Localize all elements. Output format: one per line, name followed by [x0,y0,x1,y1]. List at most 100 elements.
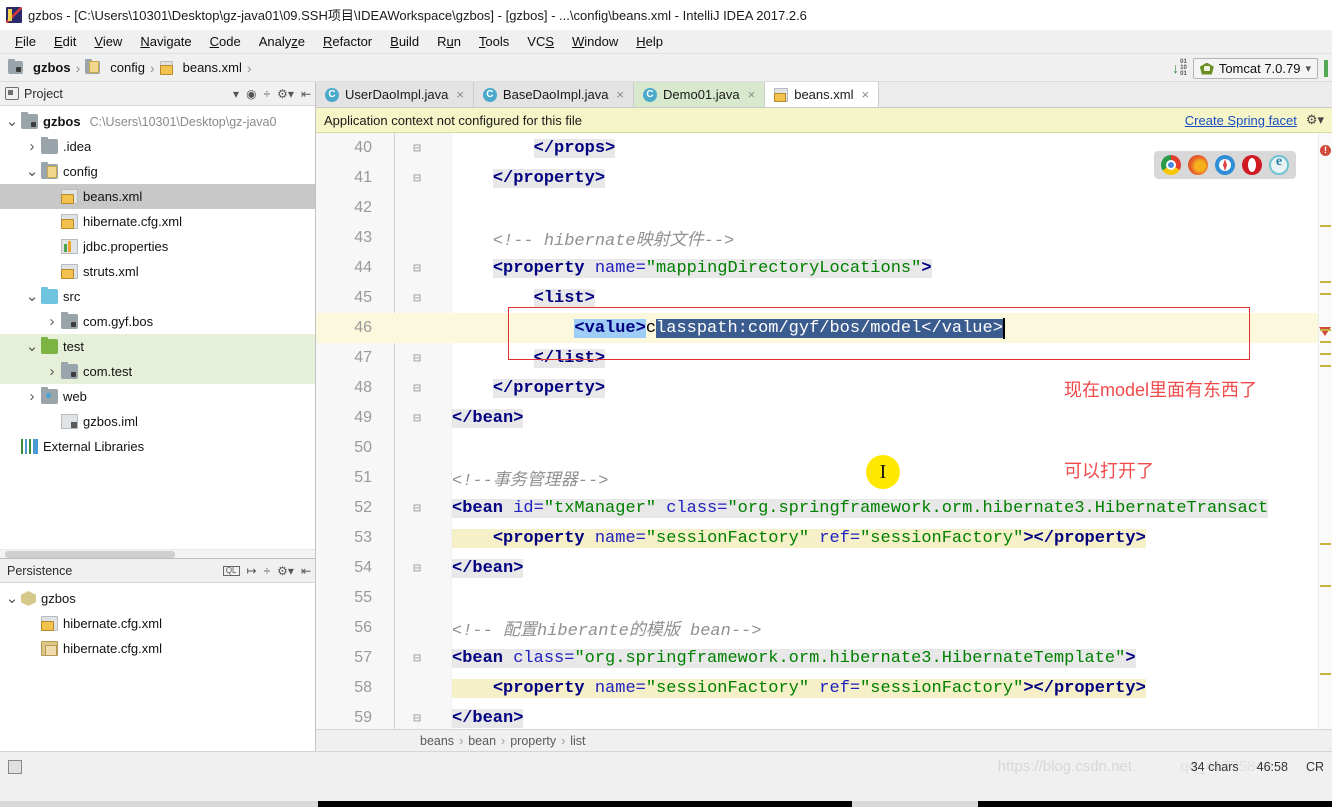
menu-item-tools[interactable]: Tools [470,32,518,51]
settings-gear-icon[interactable]: ⚙▾ [1306,112,1324,128]
code-fold-toggle[interactable]: ⊟ [408,561,426,576]
settings-gear-icon[interactable]: ⚙▾ [277,565,294,577]
project-tree-hscrollbar[interactable] [0,549,315,558]
close-icon[interactable]: × [748,87,756,102]
chevron-right-icon[interactable]: › [43,363,61,380]
tree-node-gzbos[interactable]: ⌄ gzbos C:\Users\10301\Desktop\gz-java0 [0,109,315,134]
code-fold-toggle[interactable]: ⊟ [408,291,426,306]
collapse-all-icon[interactable]: ÷ [264,565,271,577]
line-separator-label[interactable]: CR [1306,760,1324,774]
menu-item-run[interactable]: Run [428,32,470,51]
hide-panel-icon[interactable]: ⇤ [301,88,311,100]
project-tree[interactable]: ⌄ gzbos C:\Users\10301\Desktop\gz-java0 › .i… [0,106,315,549]
tree-node-struts-xml[interactable]: struts.xml [0,259,315,284]
menu-item-window[interactable]: Window [563,32,627,51]
hide-panel-icon[interactable]: ⇤ [301,565,311,577]
settings-gear-icon[interactable]: ⚙▾ [277,88,294,100]
ie-icon[interactable] [1269,154,1289,175]
console-sql-icon[interactable]: QL [222,565,240,576]
toggle-toolbar-icon[interactable] [8,759,22,774]
menu-item-build[interactable]: Build [381,32,428,51]
tree-node-external-libraries[interactable]: External Libraries [0,434,315,459]
menu-item-file[interactable]: File [6,32,45,51]
code-line[interactable]: 55 [316,583,1332,613]
tree-node-jdbc-properties[interactable]: jdbc.properties [0,234,315,259]
opera-icon[interactable] [1242,155,1262,175]
code-line[interactable]: 58 <property name= "sessionFactory" ref= "… [316,673,1332,703]
collapse-all-icon[interactable]: ÷ [264,88,271,100]
editor-breadcrumb-footer[interactable]: beans › bean › property › list [316,729,1332,751]
tree-node-web[interactable]: › web [0,384,315,409]
menu-item-code[interactable]: Code [201,32,250,51]
code-line[interactable]: 54 ⊟ </bean> [316,553,1332,583]
expand-all-icon[interactable]: ↦ [247,565,257,577]
code-editor[interactable]: 40 ⊟ </props> 41 ⊟ </property> 42 43 <!-- hib… [316,133,1332,729]
code-line[interactable]: 56 <!-- 配置hiberante的模版 bean--> [316,613,1332,643]
persistence-tree[interactable]: ⌄ gzbos hibernate.cfg.xml hibernate.cfg.xml [0,583,315,751]
chevron-down-icon[interactable]: ⌄ [3,591,21,606]
code-line[interactable]: 44 ⊟ <property name= "mappingDirectoryLoca… [316,253,1332,283]
chevron-down-icon[interactable]: ⌄ [23,339,41,354]
tree-node-beans-xml[interactable]: beans.xml [0,184,315,209]
editor-tab-beans-xml[interactable]: beans.xml × [765,82,880,107]
chevron-right-icon[interactable]: › [23,138,41,155]
run-configuration-selector[interactable]: Tomcat 7.0.79 ▾ [1192,57,1318,79]
scrollbar-thumb[interactable] [5,551,175,558]
menu-item-navigate[interactable]: Navigate [131,32,200,51]
error-stripe-markers[interactable]: ! [1318,133,1332,729]
open-in-browser-popup[interactable] [1154,151,1296,179]
error-marker[interactable]: ! [1320,145,1331,156]
code-fold-toggle[interactable]: ⊟ [408,411,426,426]
menu-item-analyze[interactable]: Analyze [250,32,314,51]
menu-item-help[interactable]: Help [627,32,672,51]
tree-node-com-test[interactable]: › com.test [0,359,315,384]
tree-node-hibernate-cfg-xml[interactable]: hibernate.cfg.xml [0,209,315,234]
caret-position-label[interactable]: 46:58 [1257,760,1288,774]
chevron-down-icon[interactable]: ⌄ [3,114,21,129]
firefox-icon[interactable] [1188,155,1208,175]
editor-tab-basedaoimpl-java[interactable]: C BaseDaoImpl.java × [473,82,635,107]
tree-node-gzbos[interactable]: ⌄ gzbos [0,586,315,611]
code-line[interactable]: 43 <!-- hibernate映射文件--> [316,223,1332,253]
code-line[interactable]: 59 ⊟ </bean> [316,703,1332,729]
tree-node-gzbos-iml[interactable]: gzbos.iml [0,409,315,434]
footer-breadcrumb-item[interactable]: list [570,734,585,748]
tree-node-src[interactable]: ⌄ src [0,284,315,309]
chevron-down-icon[interactable]: ▾ [233,88,239,100]
run-button[interactable] [1324,59,1328,77]
code-line[interactable]: 45 ⊟ <list> [316,283,1332,313]
code-line[interactable]: 42 [316,193,1332,223]
code-fold-toggle[interactable]: ⊟ [408,351,426,366]
breadcrumb-project[interactable]: gzbos [8,59,71,75]
menu-item-edit[interactable]: Edit [45,32,85,51]
code-fold-toggle[interactable]: ⊟ [408,381,426,396]
close-icon[interactable]: × [861,87,869,102]
tree-node-hibernate-cfg-xml[interactable]: hibernate.cfg.xml [0,611,315,636]
tree-node--idea[interactable]: › .idea [0,134,315,159]
footer-breadcrumb-item[interactable]: property [510,734,556,748]
chevron-down-icon[interactable]: ⌄ [23,289,41,304]
editor-tab-demo01-java[interactable]: C Demo01.java × [634,82,766,107]
chevron-down-icon[interactable]: ⌄ [23,164,41,179]
footer-breadcrumb-item[interactable]: beans [420,734,454,748]
editor-tab-userdaoimpl-java[interactable]: C UserDaoImpl.java × [316,82,474,107]
menu-item-view[interactable]: View [85,32,131,51]
code-fold-toggle[interactable]: ⊟ [408,141,426,156]
breadcrumb-file[interactable]: beans.xml [159,60,242,75]
code-fold-toggle[interactable]: ⊟ [408,261,426,276]
tree-node-config[interactable]: ⌄ config [0,159,315,184]
code-fold-toggle[interactable]: ⊟ [408,711,426,726]
chevron-right-icon[interactable]: › [43,313,61,330]
locate-target-icon[interactable]: ◉ [246,88,256,100]
create-spring-facet-link[interactable]: Create Spring facet [1185,113,1297,128]
close-icon[interactable]: × [616,87,624,102]
tree-node-com-gyf-bos[interactable]: › com.gyf.bos [0,309,315,334]
footer-breadcrumb-item[interactable]: bean [468,734,496,748]
safari-icon[interactable] [1215,155,1235,175]
tree-node-test[interactable]: ⌄ test [0,334,315,359]
menu-item-vcs[interactable]: VCS [518,32,563,51]
code-fold-toggle[interactable]: ⊟ [408,501,426,516]
tree-node-hibernate-cfg-xml[interactable]: hibernate.cfg.xml [0,636,315,661]
menu-item-refactor[interactable]: Refactor [314,32,381,51]
close-icon[interactable]: × [456,87,464,102]
